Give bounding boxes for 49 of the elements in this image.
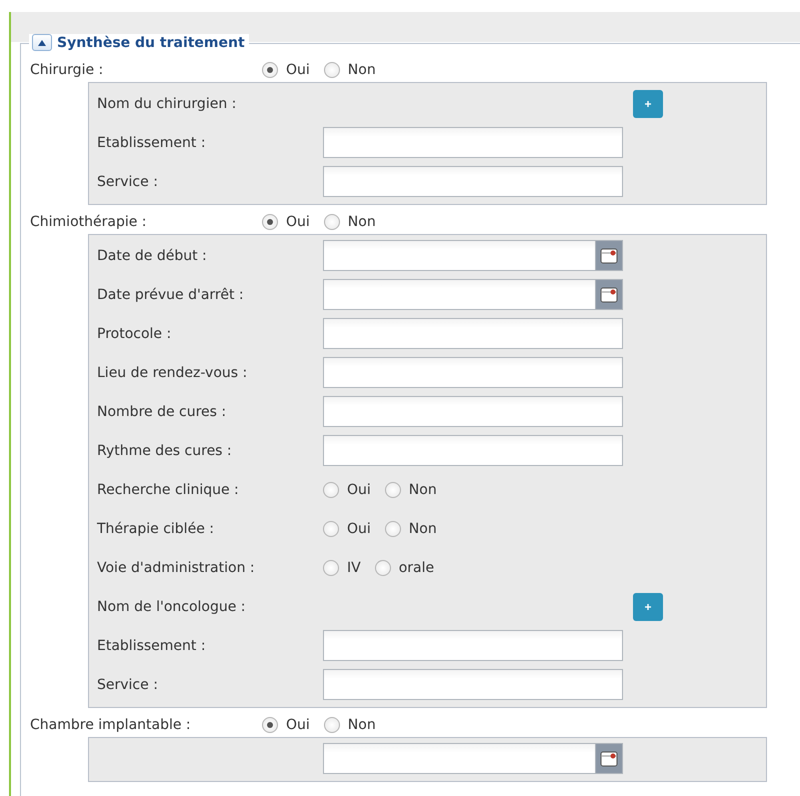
radio-option[interactable]: Non — [384, 520, 437, 536]
field-label: Nombre de cures : — [97, 404, 228, 420]
text-field[interactable] — [323, 318, 623, 349]
add-button[interactable]: + — [633, 90, 663, 118]
field-label: Service : — [97, 676, 159, 692]
section-title: Synthèse du traitement — [57, 34, 245, 50]
field-label: Recherche clinique : — [97, 482, 240, 498]
text-field[interactable] — [323, 630, 623, 661]
field-label: Date de début : — [97, 248, 208, 264]
date-field[interactable] — [323, 743, 623, 774]
field-label: Nom du chirurgien : — [97, 96, 238, 112]
field-label: Protocole : — [97, 326, 172, 342]
calendar-icon — [600, 286, 618, 302]
question-label: Chimiothérapie : — [30, 214, 148, 230]
date-field[interactable] — [323, 279, 623, 310]
field-label: Etablissement : — [97, 134, 207, 150]
radio-option[interactable]: orale — [374, 560, 434, 576]
field-label: Rythme des cures : — [97, 442, 233, 458]
radio-option[interactable]: Non — [324, 62, 376, 78]
text-field[interactable] — [323, 127, 623, 158]
field-label: Nom de l'oncologue : — [97, 598, 247, 614]
field-label: Thérapie ciblée : — [97, 520, 215, 536]
calendar-icon — [600, 248, 618, 264]
field-label: Etablissement : — [97, 638, 207, 654]
field-label: Service : — [97, 174, 159, 190]
date-field[interactable] — [323, 240, 623, 271]
radio-option[interactable]: Oui — [323, 482, 371, 498]
field-label: Date prévue d'arrêt : — [97, 286, 245, 302]
radio-option[interactable]: IV — [323, 560, 361, 576]
field-label: Lieu de rendez-vous : — [97, 364, 248, 380]
calendar-icon — [600, 750, 618, 766]
text-field[interactable] — [323, 669, 623, 700]
radio-option[interactable]: Oui — [262, 717, 310, 733]
triangle-icon — [38, 40, 46, 46]
radio-option[interactable]: Non — [324, 717, 376, 733]
text-field[interactable] — [323, 166, 623, 197]
radio-option[interactable]: Oui — [262, 62, 310, 78]
text-field[interactable] — [323, 357, 623, 388]
radio-option[interactable]: Non — [324, 214, 376, 230]
radio-option[interactable]: Oui — [323, 520, 371, 536]
text-field[interactable] — [323, 396, 623, 427]
add-button[interactable]: + — [633, 592, 663, 620]
text-field[interactable] — [323, 435, 623, 466]
field-label: Voie d'administration : — [97, 560, 256, 576]
question-label: Chambre implantable : — [30, 717, 192, 733]
question-label: Chirurgie : — [30, 62, 104, 78]
radio-option[interactable]: Oui — [262, 214, 310, 230]
collapse-button[interactable] — [32, 34, 52, 51]
radio-option[interactable]: Non — [384, 482, 437, 498]
